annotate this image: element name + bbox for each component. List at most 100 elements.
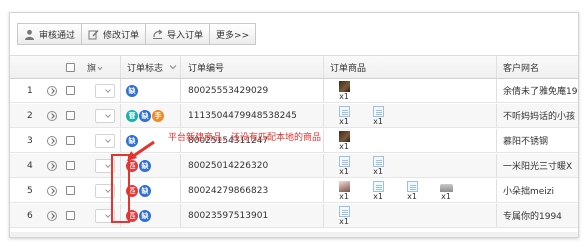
header-order-mark[interactable]: 订单标志: [127, 56, 177, 78]
product-image: [338, 155, 350, 167]
flag-select[interactable]: [95, 79, 115, 102]
annotation-note: 平台新建商品，还没有匹配本地的商品: [168, 133, 322, 143]
order-no[interactable]: 80025014226320: [188, 154, 268, 177]
product-qty: x1: [373, 166, 383, 176]
grid-header: 旗 订单标志 订单编号 订单商品 客户网名: [10, 55, 578, 79]
order-mark-badge: 缺: [126, 84, 138, 97]
header-flag[interactable]: 旗: [87, 56, 103, 78]
table-row[interactable]: 4 匹缺 80025014226320 x1 x1 一米阳光三寸暖X: [10, 154, 578, 178]
edit-order-button[interactable]: 修改订单: [81, 23, 147, 45]
product-qty: x1: [339, 191, 349, 201]
row-checkbox-cell[interactable]: [66, 154, 75, 177]
row-checkbox[interactable]: [66, 111, 75, 120]
header-order-no-label: 订单编号: [188, 63, 225, 74]
order-mark-badge: 缺: [139, 209, 151, 222]
table-row[interactable]: 2 菅缺手 1113504479948538245 x1 x1 不听妈妈话的小孩: [10, 104, 578, 128]
header-order-no[interactable]: 订单编号: [188, 56, 224, 78]
expand-row-button[interactable]: [47, 129, 57, 152]
expand-icon: [47, 210, 57, 221]
table-row[interactable]: 1 缺 80025553429029 x1 余倩未了雅免庵1994: [10, 79, 578, 103]
table-row[interactable]: 5 匹缺 80024279866823 x1 x1 x1 x1 小朵拙meizi: [10, 179, 578, 203]
row-checkbox-cell[interactable]: [66, 204, 75, 227]
expand-row-button[interactable]: [47, 179, 57, 202]
product-thumbnail[interactable]: x1: [432, 181, 460, 201]
product-thumbnail[interactable]: x1: [330, 180, 358, 201]
expand-row-button[interactable]: [47, 154, 57, 177]
buyer-name: 不听妈妈话的小孩: [503, 112, 576, 122]
row-checkbox-cell[interactable]: [66, 179, 75, 202]
product-image: [439, 183, 453, 192]
product-thumbnail[interactable]: x1: [330, 80, 358, 101]
product-qty: x1: [339, 166, 349, 176]
product-thumbnail[interactable]: x1: [364, 105, 392, 126]
row-checkbox[interactable]: [66, 211, 75, 220]
product-qty: x1: [407, 191, 417, 201]
import-order-button[interactable]: 导入订单: [145, 23, 211, 45]
buyer-name: 慕阳不锈钢: [503, 137, 549, 147]
product-thumbnail[interactable]: x1: [330, 105, 358, 126]
product-thumbnail[interactable]: x1: [330, 205, 358, 226]
edit-icon: [88, 29, 99, 39]
order-no[interactable]: 1113504479948538245: [188, 104, 297, 127]
row-checkbox[interactable]: [66, 136, 75, 145]
product-qty: x1: [339, 116, 349, 126]
product-image: [372, 105, 384, 117]
expand-row-button[interactable]: [47, 79, 57, 102]
flag-dropdown[interactable]: [95, 108, 115, 123]
product-thumbnail[interactable]: x1: [364, 155, 392, 176]
flag-dropdown[interactable]: [95, 83, 115, 98]
header-order-mark-label: 订单标志: [127, 63, 164, 74]
more-button[interactable]: 更多>>: [209, 23, 257, 45]
row-checkbox[interactable]: [66, 186, 75, 195]
row-index: 6: [27, 210, 33, 221]
expand-icon: [47, 110, 57, 121]
row-index: 4: [27, 160, 33, 171]
order-no[interactable]: 80024279866823: [188, 179, 268, 202]
product-qty: x1: [339, 91, 349, 101]
product-thumbnail[interactable]: x1: [330, 155, 358, 176]
row-checkbox[interactable]: [66, 86, 75, 95]
row-checkbox-cell[interactable]: [66, 104, 75, 127]
horizontal-scrollbar[interactable]: [10, 232, 578, 237]
flag-dropdown[interactable]: [95, 133, 115, 148]
row-checkbox[interactable]: [66, 161, 75, 170]
order-mark-badge: 手: [152, 109, 164, 122]
expand-icon: [47, 160, 57, 171]
approve-button[interactable]: 审核通过: [17, 23, 83, 45]
import-icon: [153, 29, 163, 39]
row-index: 5: [27, 185, 33, 196]
more-label: 更多>>: [216, 30, 250, 41]
expand-row-button[interactable]: [47, 204, 57, 227]
header-select-all[interactable]: [66, 56, 75, 78]
buyer-name: 余倩未了雅免庵1994: [503, 87, 578, 97]
product-thumbnail[interactable]: x1: [364, 180, 392, 201]
user-icon: [25, 29, 34, 40]
expand-row-button[interactable]: [47, 104, 57, 127]
order-no[interactable]: 80023597513901: [188, 204, 268, 227]
product-image: [406, 180, 418, 192]
edit-order-label: 修改订单: [103, 30, 140, 41]
row-checkbox-cell[interactable]: [66, 79, 75, 102]
products-cell: x1: [330, 129, 364, 152]
import-order-label: 导入订单: [167, 30, 204, 41]
flag-select[interactable]: [95, 104, 115, 127]
row-checkbox-cell[interactable]: [66, 129, 75, 152]
product-image: [338, 80, 350, 92]
select-all-checkbox[interactable]: [66, 62, 75, 72]
products-cell: x1 x1 x1 x1: [330, 179, 466, 202]
toolbar: 审核通过 修改订单 导入订单 更多>>: [17, 23, 257, 45]
product-thumbnail[interactable]: x1: [398, 180, 426, 201]
header-buyer[interactable]: 客户网名: [503, 56, 539, 78]
product-image: [372, 155, 384, 167]
product-thumbnail[interactable]: x1: [330, 130, 358, 151]
header-products[interactable]: 订单商品: [330, 56, 366, 78]
highlight-box: [111, 154, 130, 223]
expand-icon: [47, 135, 57, 146]
order-mark-badge: 菅: [126, 109, 138, 122]
row-index: 2: [27, 110, 33, 121]
sort-icon: [97, 66, 103, 70]
table-row[interactable]: 6 匹缺 80023597513901 x1 专属你的1994: [10, 204, 578, 228]
order-no[interactable]: 80025553429029: [188, 79, 268, 102]
flag-select[interactable]: [95, 129, 115, 152]
buyer-name: 小朵拙meizi: [503, 187, 555, 197]
